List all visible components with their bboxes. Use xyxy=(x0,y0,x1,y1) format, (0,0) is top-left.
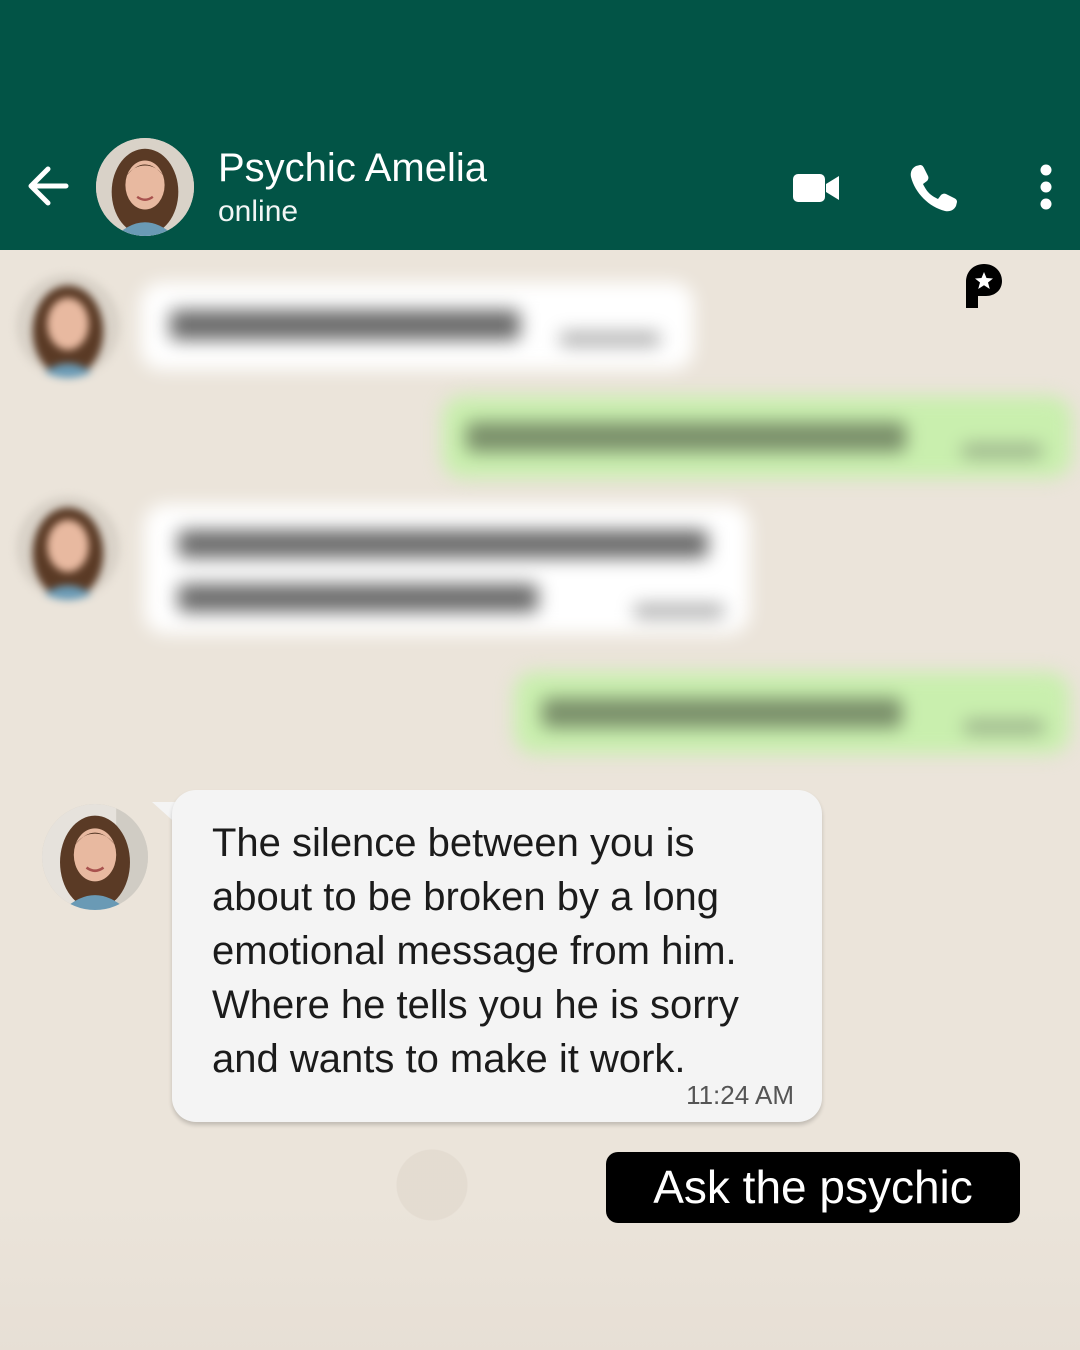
avatar[interactable] xyxy=(42,804,148,910)
message-line: and wants to make it work. xyxy=(212,1037,686,1081)
message-text: The silence between you is about to be b… xyxy=(212,816,792,1086)
blurred-message-bubble xyxy=(514,672,1070,754)
message-line: emotional message from him. xyxy=(212,929,737,973)
message-line: Where he tells you he is sorry xyxy=(212,983,739,1027)
brand-logo-icon xyxy=(966,264,1002,308)
message-timestamp: 11:24 AM xyxy=(686,1080,794,1110)
ask-the-psychic-button[interactable]: Ask the psychic xyxy=(606,1152,1020,1223)
blurred-message-bubble xyxy=(144,504,750,634)
back-arrow-icon[interactable] xyxy=(24,160,72,212)
avatar xyxy=(16,496,120,600)
avatar[interactable] xyxy=(96,138,194,236)
blurred-message-bubble xyxy=(140,282,694,370)
blurred-message-bubble xyxy=(442,396,1072,478)
video-call-icon[interactable] xyxy=(790,168,842,208)
avatar xyxy=(16,274,120,378)
message-line: The silence between you is xyxy=(212,821,695,865)
contact-status: online xyxy=(218,195,299,228)
more-vert-icon[interactable] xyxy=(1032,162,1060,212)
contact-name[interactable]: Psychic Amelia xyxy=(218,144,487,192)
message-line: about to be broken by a long xyxy=(212,875,720,919)
phone-icon[interactable] xyxy=(906,160,962,216)
